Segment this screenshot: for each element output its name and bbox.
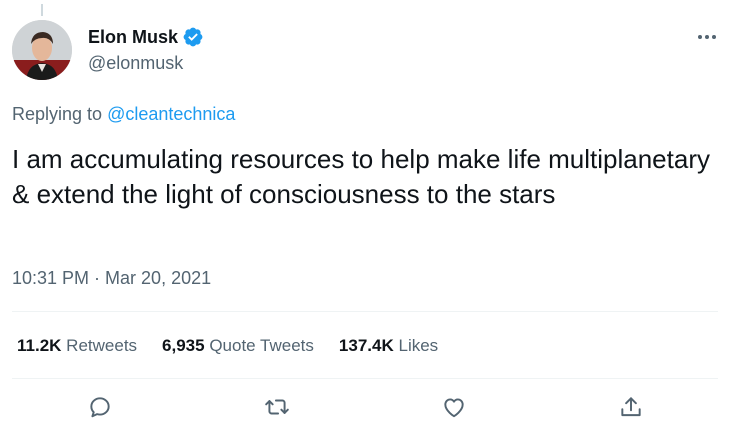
engagement-stats: 11.2K Retweets 6,935 Quote Tweets 137.4K… <box>17 335 463 357</box>
divider <box>12 311 718 312</box>
author-name-row: Elon Musk <box>88 26 204 48</box>
reply-mention-link[interactable]: @cleantechnica <box>107 104 235 124</box>
likes-label: Likes <box>398 336 439 355</box>
tweet-text: I am accumulating resources to help make… <box>12 144 710 209</box>
heart-icon[interactable] <box>437 390 471 424</box>
retweets-stat[interactable]: 11.2K Retweets <box>17 335 137 357</box>
likes-count: 137.4K <box>338 336 394 355</box>
quote-tweets-count: 6,935 <box>162 336 205 355</box>
author-handle[interactable]: @elonmusk <box>88 52 183 74</box>
tweet-timestamp[interactable]: 10:31 PM · Mar 20, 2021 <box>12 267 211 289</box>
thread-connector-line <box>41 4 43 16</box>
verified-badge-icon <box>182 26 204 48</box>
more-dots-icon[interactable] <box>694 26 722 48</box>
quote-tweets-label: Quote Tweets <box>209 336 314 355</box>
likes-stat[interactable]: 137.4K Likes <box>339 335 438 357</box>
replying-to-label: Replying to <box>12 104 108 124</box>
retweets-label: Retweets <box>66 336 138 355</box>
replying-to-line: Replying to @cleantechnica <box>12 103 235 125</box>
quote-tweets-stat[interactable]: 6,935 Quote Tweets <box>162 335 314 357</box>
divider <box>12 378 718 379</box>
action-bar <box>0 390 740 424</box>
author-display-name[interactable]: Elon Musk <box>88 26 178 48</box>
reply-icon[interactable] <box>83 390 117 424</box>
retweet-icon[interactable] <box>260 390 294 424</box>
share-icon[interactable] <box>614 390 648 424</box>
avatar[interactable] <box>12 20 72 80</box>
retweets-count: 11.2K <box>17 336 62 355</box>
